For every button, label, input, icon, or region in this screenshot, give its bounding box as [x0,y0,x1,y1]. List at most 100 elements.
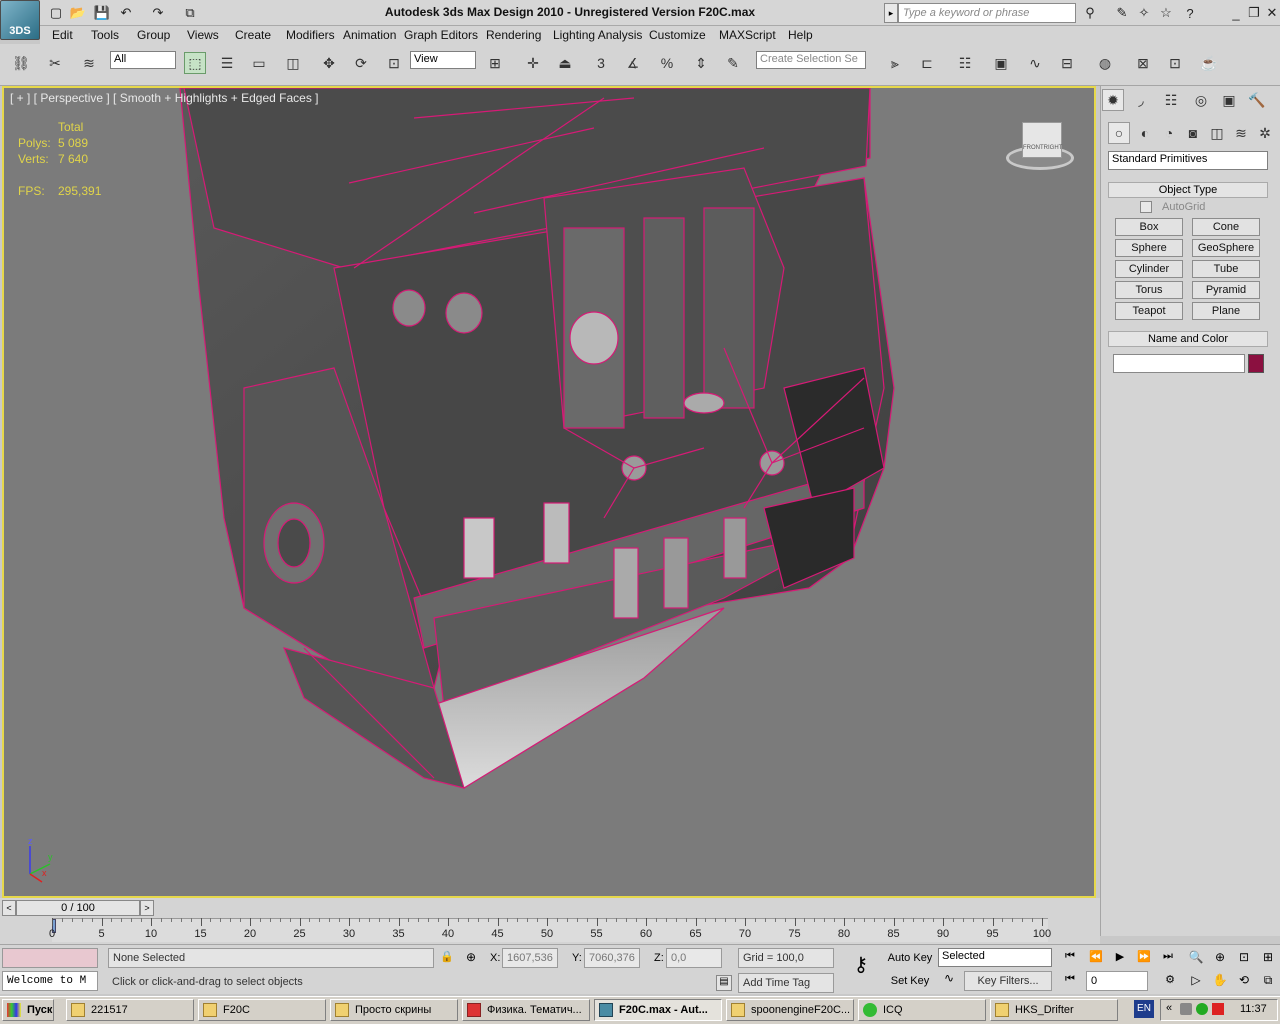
angle-snap-icon[interactable]: ∡ [622,52,644,74]
app-logo-button[interactable]: 3DS [0,0,40,40]
restore-icon[interactable]: ❐ [1244,3,1264,23]
absolute-mode-icon[interactable]: ⊕ [466,950,482,966]
viewcube-box[interactable]: FRONT RIGHT [1022,122,1062,158]
cylinder-button[interactable]: Cylinder [1115,260,1183,278]
y-coordinate-field[interactable]: 7060,376 [584,948,640,968]
layer-manager-icon[interactable]: ☷ [954,52,976,74]
shapes-icon[interactable]: ◐ [1134,122,1156,144]
snap-toggle-icon[interactable]: 3 [590,52,612,74]
current-frame-field[interactable]: 0 [1086,971,1148,991]
display-tab-icon[interactable]: ▣ [1218,89,1240,111]
select-object-icon[interactable]: ⬚ [184,52,206,74]
modify-tab-icon[interactable]: ◞ [1130,89,1152,111]
minimize-icon[interactable]: _ [1226,3,1246,23]
open-folder-icon[interactable]: 📂 [68,3,88,23]
lights-icon[interactable]: ◔ [1158,122,1180,144]
zoom-all-icon[interactable]: ⊕ [1210,950,1230,966]
object-name-input[interactable] [1113,354,1245,373]
search-input[interactable]: Type a keyword or phrase [898,3,1076,23]
redo-icon[interactable]: ↷ [148,3,168,23]
helpers-icon[interactable]: ◫ [1206,122,1228,144]
geometry-icon[interactable]: ○ [1108,122,1130,144]
primitive-category-dropdown[interactable]: Standard Primitives [1108,151,1268,170]
task-221517[interactable]: 221517 [66,999,194,1021]
new-file-icon[interactable]: ▢ [46,3,66,23]
time-next-icon[interactable]: > [140,900,154,916]
percent-snap-icon[interactable]: % [656,52,678,74]
viewport-label[interactable]: [ + ] [ Perspective ] [ Smooth + Highlig… [10,91,319,105]
viewcube-right[interactable]: RIGHT [1044,145,1063,151]
autogrid-checkbox[interactable] [1140,201,1152,213]
maximize-viewport-icon[interactable]: ⧉ [1258,973,1278,989]
key-filters-button[interactable]: Key Filters... [964,971,1052,991]
geosphere-button[interactable]: GeoSphere [1192,239,1260,257]
material-editor-icon[interactable]: ◍ [1094,52,1116,74]
rendered-frame-icon[interactable]: ⊡ [1164,52,1186,74]
next-frame-icon[interactable]: ⏩ [1134,950,1154,966]
project-folder-icon[interactable]: ⧉ [180,3,200,23]
torus-button[interactable]: Torus [1115,281,1183,299]
task-prosto-skriny[interactable]: Просто скрины [330,999,458,1021]
help-icon[interactable]: ? [1180,3,1200,23]
maxscript-listener-mini[interactable] [2,948,98,968]
spacewarps-icon[interactable]: ≋ [1230,122,1252,144]
save-icon[interactable]: 💾 [92,3,112,23]
render-teapot-icon[interactable]: ☕ [1198,52,1220,74]
default-tangent-icon[interactable]: ∿ [938,971,960,991]
binoculars-icon[interactable]: ⚲ [1080,3,1100,23]
menu-help[interactable]: Help [788,28,813,42]
motion-tab-icon[interactable]: ◎ [1190,89,1212,111]
tube-button[interactable]: Tube [1192,260,1260,278]
edit-named-selection-icon[interactable]: ✎ [722,52,744,74]
z-coordinate-field[interactable]: 0,0 [666,948,722,968]
zoom-icon[interactable]: 🔍 [1186,950,1206,966]
sphere-button[interactable]: Sphere [1115,239,1183,257]
select-by-name-icon[interactable]: ☰ [216,52,238,74]
task-spoonengine[interactable]: spoonengineF20C... [726,999,854,1021]
time-slider[interactable]: 0 / 100 [16,900,140,916]
mirror-icon[interactable]: ⫸ [884,52,906,74]
systems-icon[interactable]: ✲ [1254,122,1276,144]
scale-icon[interactable]: ⊡ [383,52,405,74]
zoom-extents-icon[interactable]: ⊡ [1234,950,1254,966]
pyramid-button[interactable]: Pyramid [1192,281,1260,299]
tray-antivirus-icon[interactable] [1212,1003,1224,1015]
menu-modifiers[interactable]: Modifiers [286,28,335,42]
favorites-icon[interactable]: ☆ [1156,3,1176,23]
zoom-extents-all-icon[interactable]: ⊞ [1258,950,1278,966]
task-icq[interactable]: ICQ [858,999,986,1021]
window-crossing-icon[interactable]: ◫ [282,52,304,74]
rect-selection-icon[interactable]: ▭ [248,52,270,74]
menu-tools[interactable]: Tools [91,28,119,42]
perspective-viewport[interactable]: [ + ] [ Perspective ] [ Smooth + Highlig… [2,86,1096,898]
name-color-rollout[interactable]: Name and Color [1108,331,1268,347]
viewcube-front[interactable]: FRONT [1023,145,1044,151]
search-expand-icon[interactable]: ▸ [884,3,898,23]
cone-button[interactable]: Cone [1192,218,1260,236]
select-link-icon[interactable]: ⛓ [10,52,32,74]
plane-button[interactable]: Plane [1192,302,1260,320]
orbit-icon[interactable]: ⟲ [1234,973,1254,989]
auto-key-button[interactable]: Auto Key [886,948,934,968]
bind-spacewarp-icon[interactable]: ≋ [78,52,100,74]
go-to-end-icon[interactable]: ⏭ [1158,950,1178,966]
menu-customize[interactable]: Customize [649,28,706,42]
time-tag-icon[interactable]: ▤ [716,975,732,991]
menu-edit[interactable]: Edit [52,28,73,42]
communication-icon[interactable]: ✧ [1134,3,1154,23]
selection-filter-dropdown[interactable]: All [110,51,176,69]
lock-selection-icon[interactable]: 🔒 [440,950,454,966]
menu-graph-editors[interactable]: Graph Editors [404,28,478,42]
tray-network-icon[interactable] [1180,1003,1192,1015]
time-prev-icon[interactable]: < [2,900,16,916]
hierarchy-tab-icon[interactable]: ☷ [1160,89,1182,111]
select-manipulate-icon[interactable]: ✛ [522,52,544,74]
render-setup-icon[interactable]: ⊠ [1132,52,1154,74]
previous-frame-icon[interactable]: ⏪ [1086,950,1106,966]
undo-icon[interactable]: ↶ [116,3,136,23]
close-icon[interactable]: ✕ [1262,3,1280,23]
time-configuration-icon[interactable]: ⚙ [1162,973,1178,989]
teapot-button[interactable]: Teapot [1115,302,1183,320]
field-of-view-icon[interactable]: ▷ [1186,973,1206,989]
object-color-swatch[interactable] [1248,354,1264,373]
